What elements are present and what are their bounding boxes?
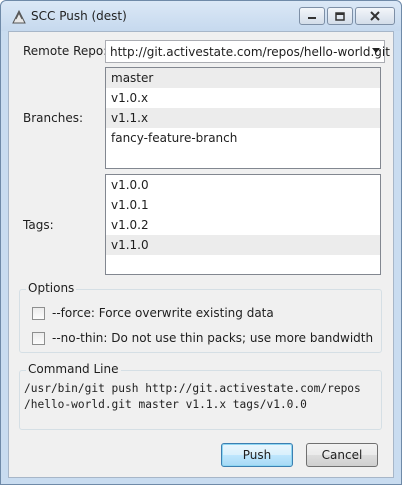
options-title: Options: [26, 281, 77, 295]
tag-item[interactable]: v1.0.1: [106, 195, 380, 215]
no-thin-label[interactable]: --no-thin: Do not use thin packs; use mo…: [52, 331, 373, 345]
remote-repo-label: Remote Repo:: [23, 44, 108, 58]
maximize-icon: [335, 11, 345, 21]
remote-repo-value: http://git.activestate.com/repos/hello-w…: [110, 45, 390, 59]
command-line-group: Command Line /usr/bin/git push http://gi…: [19, 362, 382, 430]
dialog-window: SCC Push (dest) Remote Repo: http://git.…: [0, 0, 402, 485]
app-icon: [12, 9, 26, 24]
command-line-title: Command Line: [26, 362, 121, 376]
command-line-1: /usr/bin/git push http://git.activestate…: [24, 382, 361, 395]
remote-repo-select[interactable]: http://git.activestate.com/repos/hello-w…: [105, 40, 390, 63]
force-label[interactable]: --force: Force overwrite existing data: [52, 306, 274, 320]
maximize-button[interactable]: [327, 7, 353, 25]
options-group: Options --force: Force overwrite existin…: [19, 281, 382, 353]
minimize-icon: [308, 17, 316, 19]
tag-item[interactable]: v1.0.0: [106, 175, 380, 195]
close-icon: [370, 11, 380, 21]
window-title: SCC Push (dest): [31, 9, 127, 23]
tags-label: Tags:: [23, 218, 54, 232]
close-button[interactable]: [355, 7, 395, 25]
command-line-text: /usr/bin/git push http://git.activestate…: [24, 381, 361, 413]
command-line-2: /hello-world.git master v1.1.x tags/v1.0…: [24, 398, 307, 411]
dropdown-arrow-icon[interactable]: [372, 48, 380, 53]
title-bar[interactable]: SCC Push (dest): [1, 1, 401, 31]
branches-list[interactable]: master v1.0.x v1.1.x fancy-feature-branc…: [105, 67, 381, 169]
push-button[interactable]: Push: [221, 443, 293, 467]
branch-item[interactable]: fancy-feature-branch: [106, 128, 380, 148]
force-checkbox[interactable]: [32, 307, 45, 320]
tags-list[interactable]: v1.0.0 v1.0.1 v1.0.2 v1.1.0: [105, 174, 381, 275]
branch-item[interactable]: v1.1.x: [106, 108, 380, 128]
branch-item[interactable]: master: [106, 68, 380, 88]
branch-item[interactable]: v1.0.x: [106, 88, 380, 108]
cancel-button[interactable]: Cancel: [306, 443, 378, 467]
no-thin-checkbox[interactable]: [32, 332, 45, 345]
branches-label: Branches:: [23, 111, 84, 125]
minimize-button[interactable]: [299, 7, 325, 25]
tag-item[interactable]: v1.1.0: [106, 235, 380, 255]
dialog-body: Remote Repo: http://git.activestate.com/…: [8, 31, 394, 478]
tag-item[interactable]: v1.0.2: [106, 215, 380, 235]
